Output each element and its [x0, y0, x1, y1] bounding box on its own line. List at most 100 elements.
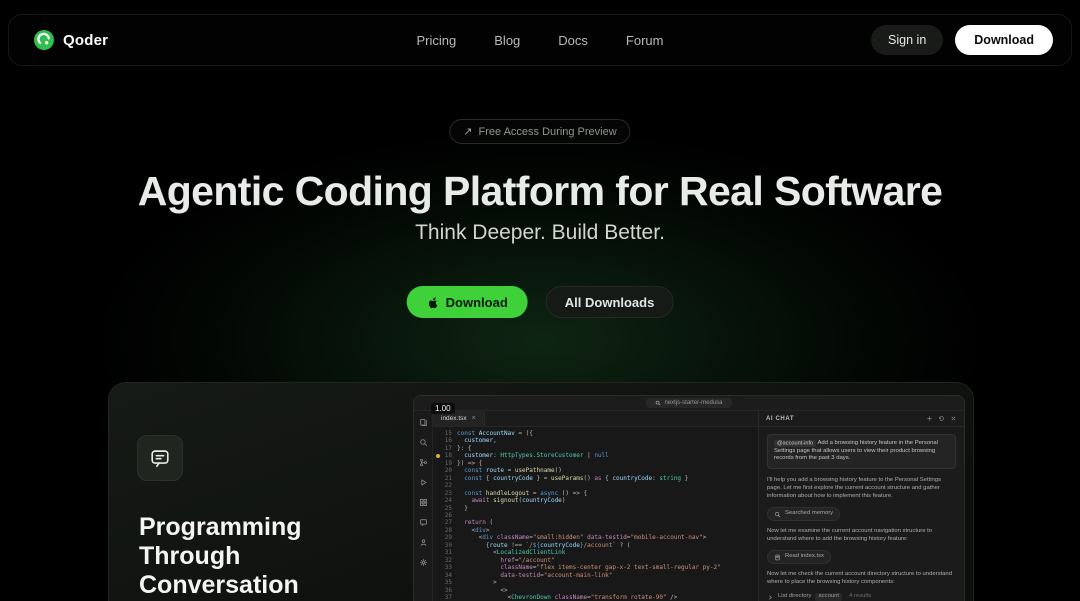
cta-buttons: Download All Downloads	[407, 286, 674, 318]
tool-label: Searched memory	[785, 510, 833, 518]
nav-link-docs[interactable]: Docs	[558, 33, 588, 48]
code-text: customer: HttpTypes.StoreCustomer | null	[457, 452, 609, 459]
code-line: 28 <div>	[433, 527, 758, 534]
code-text: <div>	[457, 527, 490, 534]
code-text: await signout(countryCode)	[457, 497, 565, 504]
search-icon	[774, 511, 781, 518]
search-icon	[655, 400, 661, 406]
nav-link-pricing[interactable]: Pricing	[417, 33, 457, 48]
history-icon[interactable]	[938, 415, 945, 422]
preview-badge: ↗ Free Access During Preview	[449, 119, 630, 144]
tool-label: List directory	[778, 593, 811, 601]
profile-icon[interactable]	[418, 537, 428, 547]
code-line: 17}: {	[433, 445, 758, 452]
code-lines: 15const AccountNav = ({16 customer,17}: …	[433, 427, 758, 601]
workspace-name: nextjs-starter-medusa	[664, 400, 722, 406]
line-number: 23	[433, 490, 457, 497]
code-line: 15const AccountNav = ({	[433, 430, 758, 437]
nav-download-button[interactable]: Download	[955, 25, 1053, 55]
line-number: 24	[433, 497, 457, 504]
line-number: 21	[433, 475, 457, 482]
code-text: <LocalizedClientLink	[457, 549, 565, 556]
code-text: data-testid="account-main-link"	[457, 572, 612, 579]
code-line: 26	[433, 512, 758, 519]
code-line: 20 const route = usePathname()	[433, 467, 758, 474]
ai-chat-panel: AI CHAT @account-info Add a browsing his…	[758, 411, 964, 601]
code-line: 34 data-testid="account-main-link"	[433, 572, 758, 579]
qoder-logo-icon	[33, 29, 55, 51]
search-icon[interactable]	[418, 437, 428, 447]
chat-header-icons	[926, 415, 957, 422]
ide-main: index.tsx × 15const AccountNav = ({16 cu…	[414, 411, 964, 601]
chat-header: AI CHAT	[759, 411, 964, 427]
editor-tabbar: index.tsx ×	[433, 411, 758, 427]
nav-link-forum[interactable]: Forum	[626, 33, 664, 48]
code-line: 22	[433, 482, 758, 489]
chevron-right-icon	[767, 594, 774, 601]
plus-icon[interactable]	[926, 415, 933, 422]
showcase-card: Programming Through Conversation 1.00 ne…	[108, 382, 974, 601]
code-line: 23 const handleLogout = async () => {	[433, 490, 758, 497]
code-text: <ChevronDown className="transform rotate…	[457, 594, 677, 601]
chat-bubble-icon	[137, 435, 183, 481]
all-downloads-button[interactable]: All Downloads	[546, 286, 674, 318]
line-number: 16	[433, 437, 457, 444]
chat-user-message: @account-info Add a browsing history fea…	[767, 434, 956, 469]
page-title: Agentic Coding Platform for Real Softwar…	[0, 166, 1080, 216]
line-number: 31	[433, 549, 457, 556]
sign-in-button[interactable]: Sign in	[871, 25, 943, 55]
line-number: 35	[433, 579, 457, 586]
source-control-icon[interactable]	[418, 457, 428, 467]
mention-chip: @account-info	[774, 440, 816, 447]
brand[interactable]: Qoder	[33, 29, 108, 51]
close-icon[interactable]	[950, 415, 957, 422]
navbar: Qoder Pricing Blog Docs Forum Sign in Downl…	[8, 14, 1072, 66]
code-text: }	[457, 505, 468, 512]
line-number: 32	[433, 557, 457, 564]
settings-icon[interactable]	[418, 557, 428, 567]
nav-actions: Sign in Download	[871, 25, 1053, 55]
code-text: className="flex items-center gap-x-2 tex…	[457, 564, 721, 571]
playback-speed-overlay: 1.00	[431, 403, 455, 414]
ide-titlebar: nextjs-starter-medusa	[414, 396, 964, 411]
hero-download-button[interactable]: Download	[407, 286, 528, 318]
tool-call[interactable]: Searched memory	[767, 507, 840, 521]
code-text: {route !== `/${countryCode}/account` ? (	[457, 542, 630, 549]
code-text: customer,	[457, 437, 497, 444]
code-text: >	[457, 579, 497, 586]
extensions-icon[interactable]	[418, 497, 428, 507]
line-number: 26	[433, 512, 457, 519]
files-icon[interactable]	[418, 417, 428, 427]
debug-icon[interactable]	[418, 477, 428, 487]
code-text: href="/account"	[457, 557, 555, 564]
tool-target: account	[815, 593, 842, 601]
nav-link-blog[interactable]: Blog	[494, 33, 520, 48]
code-line: 27 return (	[433, 519, 758, 526]
tool-count: 4 results	[849, 593, 871, 601]
command-search-bar[interactable]: nextjs-starter-medusa	[646, 398, 731, 408]
line-number: 28	[433, 527, 457, 534]
page: Qoder Pricing Blog Docs Forum Sign in Downl…	[0, 0, 1080, 601]
tab-label: index.tsx	[441, 415, 467, 422]
code-text: return (	[457, 519, 493, 526]
file-icon	[774, 554, 781, 561]
close-icon[interactable]: ×	[472, 415, 476, 422]
line-number: 25	[433, 505, 457, 512]
page-subtitle: Think Deeper. Build Better.	[0, 221, 1080, 245]
apple-icon	[427, 296, 439, 309]
chat-title: AI CHAT	[766, 416, 794, 422]
code-line: 24 await signout(countryCode)	[433, 497, 758, 504]
feature-heading: Programming Through Conversation	[139, 513, 314, 600]
editor-pane: index.tsx × 15const AccountNav = ({16 cu…	[433, 411, 758, 601]
line-number: 36	[433, 587, 457, 594]
chat-icon[interactable]	[418, 517, 428, 527]
line-number: 34	[433, 572, 457, 579]
tool-call[interactable]: List directory account 4 results	[767, 593, 956, 601]
code-text: }) => {	[457, 460, 482, 467]
code-text: const route = usePathname()	[457, 467, 562, 474]
code-line: 35 >	[433, 579, 758, 586]
code-line: 19}) => {	[433, 460, 758, 467]
code-text: const { countryCode } = useParams() as {…	[457, 475, 688, 482]
chat-body: @account-info Add a browsing history fea…	[759, 427, 964, 601]
tool-call[interactable]: Read index.tsx	[767, 550, 831, 564]
